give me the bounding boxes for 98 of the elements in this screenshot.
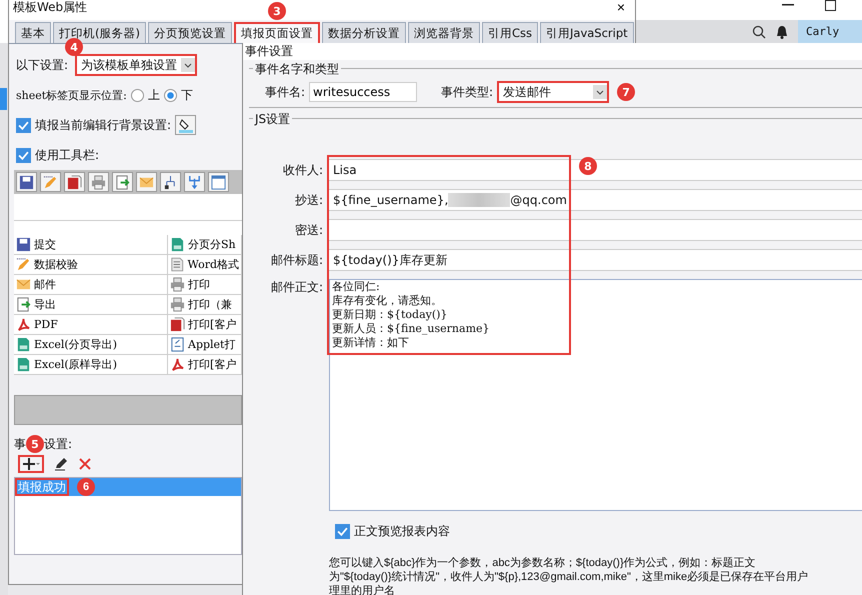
spreadsheet-icon — [16, 337, 31, 352]
toolbar-option[interactable]: 分页分Sh — [168, 235, 242, 255]
annotation-badge: 7 — [617, 83, 636, 101]
radio-button[interactable] — [164, 88, 177, 102]
event-name-field[interactable]: writesuccess — [309, 82, 418, 102]
toolbar-option[interactable]: Excel(分页导出) — [14, 335, 168, 355]
field-label: 收件人: — [282, 162, 324, 178]
delete-button[interactable] — [78, 457, 92, 471]
toolbar-button[interactable] — [64, 172, 85, 192]
toolbar-option[interactable]: 打印（兼 — [168, 295, 242, 315]
paint-bucket-button[interactable] — [175, 115, 196, 135]
toolbar-option[interactable]: Word格式 — [168, 255, 242, 275]
tab[interactable]: 打印机(服务器) — [53, 22, 146, 43]
sheet-position-label: sheet标签页显示位置: — [16, 88, 127, 102]
events-label: 设置: — [44, 436, 72, 452]
pencil-icon — [43, 174, 58, 190]
toolbar-option[interactable]: 打印 — [168, 275, 242, 295]
selected-marker — [0, 88, 7, 110]
document-icon — [170, 257, 185, 272]
envelope-icon — [139, 174, 154, 190]
export-icon — [16, 297, 31, 312]
flash-icon — [67, 174, 82, 190]
caret-icon — [181, 58, 196, 72]
input-field[interactable]: ${today()}库存更新 — [329, 249, 862, 271]
field-label: 邮件正文: — [270, 279, 324, 296]
applet-icon — [170, 337, 185, 352]
tab[interactable]: 数据分析设置 — [322, 22, 406, 43]
toolbar-button[interactable] — [16, 172, 37, 192]
printer-icon — [170, 277, 185, 292]
event-item[interactable]: 填报成功 6 — [15, 478, 241, 496]
user-name[interactable]: Carly — [798, 20, 862, 43]
checkbox[interactable] — [16, 118, 31, 132]
checkbox-label: 填报当前编辑行背景设置: — [35, 116, 172, 134]
spreadsheet-icon — [16, 357, 31, 372]
event-name-label: 事件名: — [265, 84, 306, 100]
spreadsheet-icon — [170, 237, 185, 252]
input-field[interactable]: ${fine_username}, @qq.com — [329, 189, 862, 211]
tab[interactable]: 基本 — [15, 22, 51, 43]
group-title: 事件名字和类型 — [253, 61, 341, 78]
checkbox[interactable] — [335, 524, 350, 539]
insert-icon — [187, 174, 202, 190]
flash-icon — [170, 317, 185, 332]
setting-label: 以下设置: — [16, 56, 68, 74]
annotation-badge: 5 — [26, 435, 44, 453]
radio-label: 下 — [180, 86, 193, 104]
checkbox-label: 使用工具栏: — [35, 146, 100, 164]
bell-icon[interactable] — [776, 24, 788, 38]
field-label: 邮件标题: — [270, 252, 324, 268]
toolbar-option[interactable]: Excel(原样导出) — [14, 355, 168, 375]
export-icon — [115, 174, 130, 190]
toolbar-option[interactable]: PDF — [14, 315, 168, 335]
add-button[interactable] — [18, 455, 44, 473]
input-field[interactable] — [329, 219, 862, 241]
toolbar-option[interactable]: 打印[客户 — [168, 315, 242, 335]
toolbar-option[interactable]: 导出 — [14, 295, 168, 315]
maximize-icon[interactable] — [825, 0, 837, 11]
mail-body-field[interactable]: 各位同仁: 库存有变化，请悉知。 更新日期：${today()} 更新人员：${fine_username} 更新详情：如下 — [329, 279, 862, 511]
toolbar-option[interactable]: 邮件 — [14, 275, 168, 295]
annotation-badge: 6 — [77, 478, 95, 496]
minimize-icon[interactable] — [782, 4, 794, 6]
toolbar-option[interactable]: 数据校验 — [14, 255, 168, 275]
dialog-title: 模板Web属性 — [13, 0, 88, 16]
radio-button[interactable] — [130, 88, 144, 102]
printer-icon — [170, 297, 185, 312]
toolbar-option[interactable]: 打印[客户 — [168, 355, 242, 375]
field-label: 抄送: — [294, 192, 324, 208]
save-icon — [19, 174, 34, 190]
event-type-label: 事件类型: — [441, 84, 494, 100]
panel-title: 事件设置 — [245, 43, 293, 60]
toolbar-option[interactable]: 提交 — [14, 235, 168, 255]
checkbox-label: 正文预览报表内容 — [354, 523, 450, 540]
edit-button[interactable] — [54, 457, 68, 471]
tab[interactable]: 引用Css — [482, 22, 538, 43]
toolbar-option[interactable]: Applet打 — [168, 335, 242, 355]
toolbar-button[interactable] — [160, 172, 181, 192]
help-text: 为"${today()}统计情况"，收件人为"${p},123@gmail.com,mike"，这里mike必须是已保存在平台用户 — [329, 570, 810, 584]
window-icon — [211, 174, 226, 190]
field-label: 密送: — [294, 222, 324, 238]
envelope-icon — [16, 277, 31, 292]
events-label: 事 — [14, 436, 26, 452]
checkbox[interactable] — [16, 148, 31, 162]
close-button[interactable]: × — [616, 0, 625, 15]
help-text: 您可以键入${abc}作为一个参数，abc为参数名称；${today()}作为公式，例如：标题正文 — [329, 556, 757, 570]
tab[interactable]: 填报页面设置 — [234, 22, 320, 43]
tab[interactable]: 分页预览设置 — [148, 22, 232, 43]
printer-icon — [91, 174, 106, 190]
save-icon — [16, 237, 31, 252]
group-title: JS设置 — [253, 111, 292, 128]
pdf-icon — [16, 317, 31, 332]
tab[interactable]: 浏览器背景 — [408, 22, 480, 43]
event-type-dropdown[interactable]: 发送邮件 — [497, 81, 610, 103]
pdf-icon — [170, 357, 185, 372]
radio-label: 上 — [148, 86, 160, 104]
pencil-icon — [16, 257, 31, 272]
search-icon[interactable] — [752, 24, 766, 38]
setting-dropdown[interactable]: 为该模板单独设置 — [75, 54, 198, 76]
tab[interactable]: 引用JavaScript — [540, 22, 634, 43]
caret-icon — [593, 85, 608, 99]
